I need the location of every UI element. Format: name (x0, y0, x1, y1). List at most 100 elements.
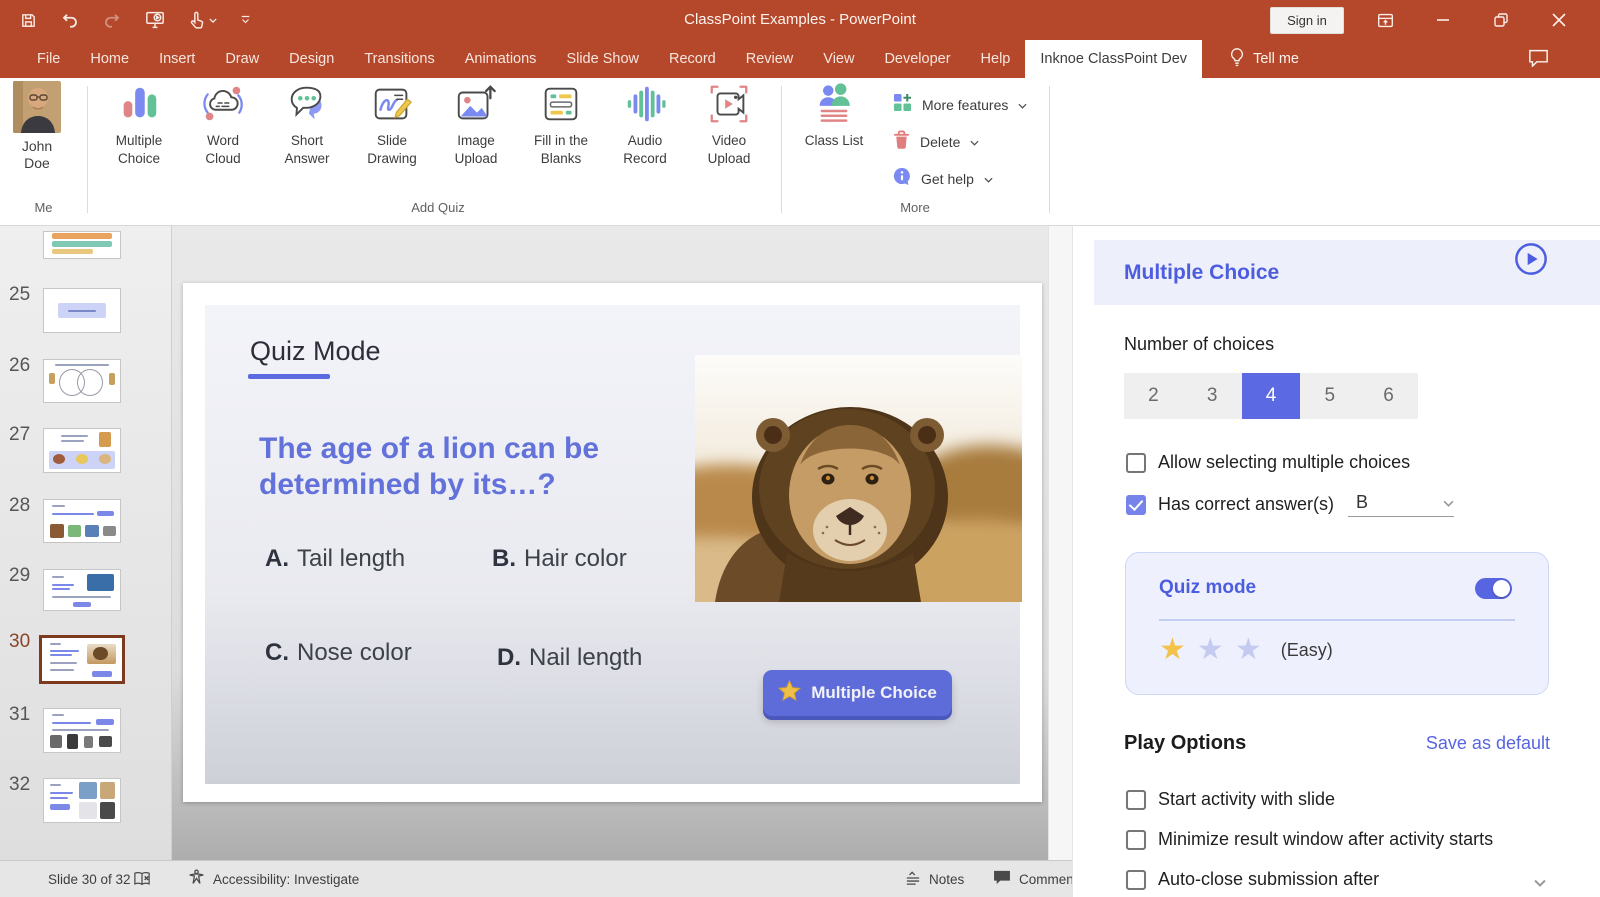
ribbon-button-image-upload[interactable]: ImageUpload (434, 81, 518, 168)
auto-close-checkbox[interactable] (1126, 870, 1146, 890)
play-activity-button[interactable] (1514, 242, 1548, 281)
star-icon (778, 680, 801, 707)
thumbnail-slide-25[interactable] (43, 288, 121, 333)
number-of-choices-label: Number of choices (1124, 334, 1274, 355)
chevron-down-icon (1018, 96, 1027, 114)
title-bar: ClassPoint Examples - PowerPoint Sign in (0, 0, 1600, 40)
thumbnail-slide-27[interactable] (43, 428, 121, 473)
thumbnail-slide-29[interactable] (43, 569, 121, 611)
option-a: A.Tail length (265, 545, 405, 573)
tab-animations[interactable]: Animations (450, 40, 552, 78)
ribbon-button-short-answer[interactable]: ShortAnswer (265, 81, 349, 168)
tab-review[interactable]: Review (731, 40, 809, 78)
choice-count-4-selected[interactable]: 4 (1242, 373, 1301, 419)
ribbon-button-video-upload[interactable]: VideoUpload (687, 81, 771, 168)
tab-draw[interactable]: Draw (210, 40, 274, 78)
comments-button[interactable]: Comments (993, 861, 1084, 897)
tab-transitions[interactable]: Transitions (349, 40, 449, 78)
correct-answer-select[interactable]: B (1348, 492, 1454, 517)
thumbnail-slide-26[interactable] (43, 359, 121, 403)
choice-count-3[interactable]: 3 (1183, 373, 1242, 419)
sign-in-button[interactable]: Sign in (1270, 7, 1344, 34)
classpoint-settings-panel: Multiple Choice Number of choices 2 3 4 … (1072, 226, 1600, 897)
choice-count-6[interactable]: 6 (1359, 373, 1418, 419)
user-name: JohnDoe (0, 138, 74, 172)
avatar[interactable] (13, 81, 61, 133)
window-controls (1356, 0, 1588, 40)
card-divider (1159, 619, 1515, 621)
restore-icon[interactable] (1472, 0, 1530, 40)
quiz-mode-card: Quiz mode ★ ★ ★ (Easy) (1125, 552, 1549, 695)
notes-button[interactable]: Notes (905, 861, 964, 897)
option-d: D.Nail length (497, 644, 642, 672)
ribbon-tab-row: File Home Insert Draw Design Transitions… (0, 40, 1600, 78)
thumbnail-slide-28[interactable] (43, 499, 121, 543)
slide-canvas[interactable]: Quiz Mode The age of a lion can bedeterm… (183, 283, 1042, 802)
ribbon-button-audio-record[interactable]: AudioRecord (603, 81, 687, 168)
star-filled-icon[interactable]: ★ (1159, 635, 1186, 665)
lion-photo (695, 355, 1022, 602)
allow-multiple-choices-row: Allow selecting multiple choices (1126, 452, 1410, 473)
slide-counter: Slide 30 of 32 (48, 861, 131, 897)
ribbon-button-slide-drawing[interactable]: SlideDrawing (350, 81, 434, 168)
tab-developer[interactable]: Developer (869, 40, 965, 78)
thumbnail-slide-31[interactable] (43, 708, 121, 753)
comments-pane-icon[interactable] (1528, 48, 1549, 72)
choice-count-selector: 2 3 4 5 6 (1124, 373, 1418, 419)
star-empty-icon[interactable]: ★ (1235, 635, 1262, 665)
notes-icon (905, 871, 921, 888)
tab-insert[interactable]: Insert (144, 40, 210, 78)
short-answer-icon (284, 81, 330, 127)
auto-close-duration-select[interactable] (1534, 874, 1546, 892)
more-features-button[interactable]: More features (893, 86, 1027, 123)
chevron-down-icon (984, 170, 993, 188)
spell-check-icon[interactable] (133, 861, 151, 897)
start-activity-checkbox[interactable] (1126, 790, 1146, 810)
delete-button[interactable]: Delete (893, 123, 1027, 160)
tab-record[interactable]: Record (654, 40, 731, 78)
allow-multiple-checkbox[interactable] (1126, 453, 1146, 473)
minimize-result-checkbox[interactable] (1126, 830, 1146, 850)
quiz-mode-toggle[interactable] (1475, 578, 1512, 599)
tab-help[interactable]: Help (966, 40, 1026, 78)
choice-count-5[interactable]: 5 (1300, 373, 1359, 419)
fill-in-the-blanks-icon (538, 81, 584, 127)
get-help-button[interactable]: Get help (893, 160, 1027, 197)
tab-file[interactable]: File (22, 40, 75, 78)
tab-inknoe-classpoint-dev[interactable]: Inknoe ClassPoint Dev (1025, 40, 1202, 78)
powerpoint-window: ClassPoint Examples - PowerPoint Sign in… (0, 0, 1600, 897)
ribbon-button-multiple-choice[interactable]: MultipleChoice (97, 81, 181, 168)
star-empty-icon[interactable]: ★ (1197, 635, 1224, 665)
multiple-choice-slide-button[interactable]: Multiple Choice (763, 670, 952, 716)
thumbnail-slide-24-partial[interactable] (43, 231, 121, 259)
tab-home[interactable]: Home (75, 40, 144, 78)
tab-design[interactable]: Design (274, 40, 349, 78)
class-list-icon (811, 81, 857, 127)
ribbon-display-options-icon[interactable] (1356, 0, 1414, 40)
tab-slide-show[interactable]: Slide Show (551, 40, 654, 78)
option-b: B.Hair color (492, 545, 627, 573)
tell-me[interactable]: Tell me (1230, 40, 1299, 78)
ribbon-button-fill-in-the-blanks[interactable]: Fill in theBlanks (519, 81, 603, 168)
comments-icon (993, 870, 1011, 888)
ribbon-button-word-cloud[interactable]: WordCloud (181, 81, 265, 168)
group-divider (781, 86, 782, 213)
choice-count-2[interactable]: 2 (1124, 373, 1183, 419)
accessibility-status[interactable]: Accessibility: Investigate (188, 861, 359, 897)
editor-scrollbar[interactable] (1048, 226, 1072, 860)
thumbnail-slide-32[interactable] (43, 778, 121, 823)
minimize-icon[interactable] (1414, 0, 1472, 40)
has-correct-checkbox[interactable] (1126, 495, 1146, 515)
close-icon[interactable] (1530, 0, 1588, 40)
info-help-icon (893, 167, 911, 190)
difficulty-stars: ★ ★ ★ (Easy) (1159, 635, 1333, 665)
save-as-default-link[interactable]: Save as default (1426, 733, 1550, 754)
tab-view[interactable]: View (808, 40, 869, 78)
minimize-result-row: Minimize result window after activity st… (1126, 829, 1493, 850)
thumbnail-slide-30-selected[interactable] (39, 635, 125, 684)
thumbnail-number: 31 (9, 704, 30, 726)
play-options-heading: Play Options (1124, 732, 1246, 755)
slide-editor: Quiz Mode The age of a lion can bedeterm… (172, 226, 1060, 860)
has-correct-answer-row: Has correct answer(s) B (1126, 492, 1454, 517)
ribbon-button-class-list[interactable]: Class List (792, 81, 876, 150)
